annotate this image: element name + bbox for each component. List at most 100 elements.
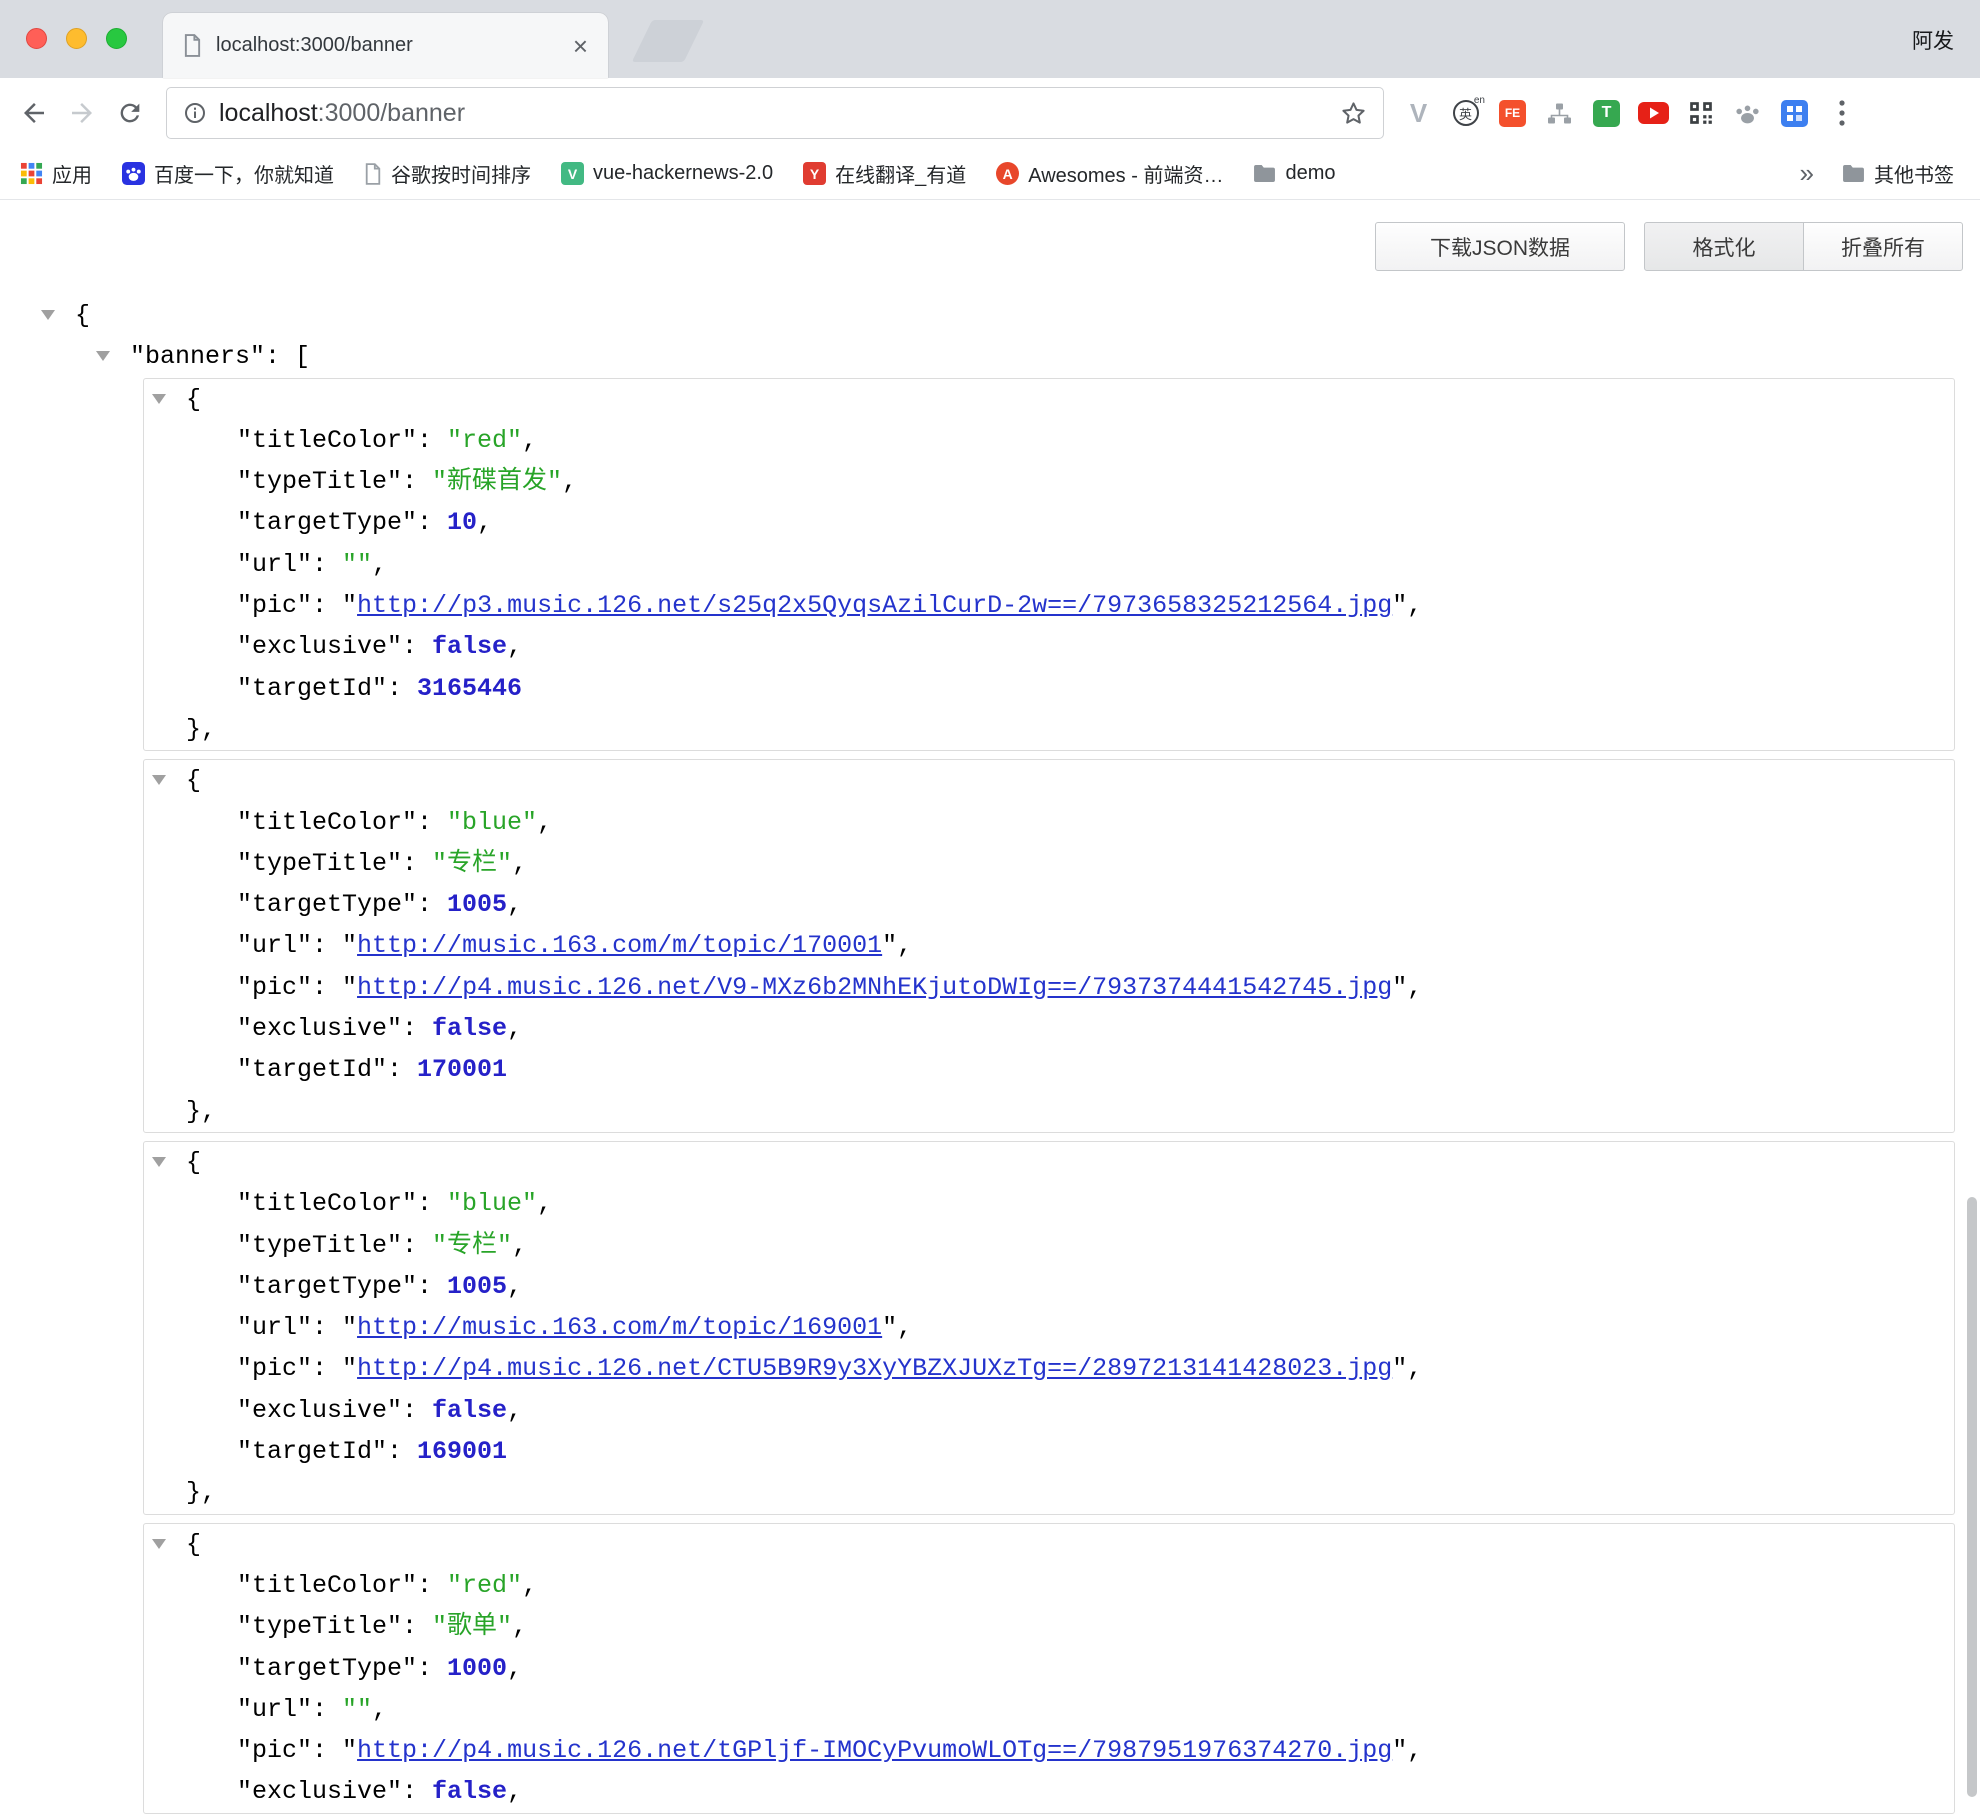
folder-icon — [1842, 164, 1865, 183]
json-line: "targetType": 1000, — [144, 1648, 1954, 1689]
page-info-icon[interactable] — [183, 101, 207, 125]
browser-menu-icon[interactable] — [1825, 97, 1858, 130]
bookmark-item-google-sort[interactable]: 谷歌按时间排序 — [364, 159, 531, 188]
page-content: 下载JSON数据 格式化 折叠所有 {"banners": [{"titleCo… — [0, 200, 1980, 1754]
json-line: "banners": [ — [0, 336, 1980, 377]
download-json-button[interactable]: 下载JSON数据 — [1375, 222, 1625, 271]
back-button[interactable] — [10, 89, 58, 137]
bookmark-item-demo-folder[interactable]: demo — [1253, 162, 1335, 185]
json-line: "typeTitle": "专栏", — [144, 843, 1954, 884]
bookmark-label: 在线翻译_有道 — [835, 159, 966, 188]
json-line: "exclusive": false, — [144, 1771, 1954, 1812]
browser-tab[interactable]: localhost:3000/banner × — [163, 13, 608, 78]
json-link[interactable]: http://p4.music.126.net/CTU5B9R9y3XyYBZX… — [357, 1354, 1392, 1383]
vue-v-icon: V — [561, 162, 584, 185]
json-line: "typeTitle": "歌单", — [144, 1606, 1954, 1647]
bookmark-star-icon[interactable] — [1340, 100, 1367, 127]
json-object-box: {"titleColor": "red","typeTitle": "新碟首发"… — [143, 378, 1955, 752]
bookmarks-overflow-chevron[interactable]: » — [1800, 158, 1814, 189]
org-chart-extension-icon[interactable] — [1543, 97, 1576, 130]
json-object-box: {"titleColor": "red","typeTitle": "歌单","… — [143, 1523, 1955, 1814]
navigation-toolbar: localhost:3000/banner V 英 en FE T — [0, 78, 1980, 148]
tab-title: localhost:3000/banner — [216, 34, 573, 57]
fe-extension-icon[interactable]: FE — [1496, 97, 1529, 130]
vimium-extension-icon[interactable]: V — [1402, 97, 1435, 130]
grid-extension-icon[interactable] — [1778, 97, 1811, 130]
reload-button[interactable] — [106, 89, 154, 137]
json-object-box: {"titleColor": "blue","typeTitle": "专栏",… — [143, 759, 1955, 1133]
json-line: { — [144, 1142, 1954, 1183]
collapse-triangle-icon[interactable] — [152, 1539, 166, 1549]
apps-grid-icon — [20, 162, 43, 185]
bookmark-item-youdao-translate[interactable]: Y 在线翻译_有道 — [803, 159, 966, 188]
json-line: "typeTitle": "专栏", — [144, 1225, 1954, 1266]
json-line: { — [144, 1524, 1954, 1565]
close-window-button[interactable] — [26, 28, 47, 49]
other-bookmarks-label: 其他书签 — [1874, 159, 1954, 188]
maximize-window-button[interactable] — [106, 28, 127, 49]
url-text[interactable]: localhost:3000/banner — [219, 99, 465, 128]
json-line: "url": "http://music.163.com/m/topic/169… — [144, 1307, 1954, 1348]
json-line: "targetId": 3165446 — [144, 668, 1954, 709]
json-line: { — [144, 760, 1954, 801]
json-tree: {"banners": [{"titleColor": "red","typeT… — [0, 200, 1980, 1814]
minimize-window-button[interactable] — [66, 28, 87, 49]
youdao-y-icon: Y — [803, 162, 826, 185]
bookmark-item-awesomes[interactable]: A Awesomes - 前端资… — [996, 159, 1223, 188]
vertical-scrollbar[interactable] — [1967, 1197, 1977, 1797]
json-line: "targetType": 1005, — [144, 884, 1954, 925]
url-path: :3000/banner — [318, 99, 465, 127]
collapse-triangle-icon[interactable] — [152, 394, 166, 404]
json-line: "url": "", — [144, 544, 1954, 585]
bookmark-item-apps[interactable]: 应用 — [20, 159, 92, 188]
collapse-all-button[interactable]: 折叠所有 — [1803, 222, 1963, 271]
json-link[interactable]: http://p4.music.126.net/tGPljf-IMOCyPvum… — [357, 1736, 1392, 1765]
json-line: "pic": "http://p4.music.126.net/V9-MXz6b… — [144, 967, 1954, 1008]
json-line: "typeTitle": "新碟首发", — [144, 461, 1954, 502]
json-line: "url": "", — [144, 1689, 1954, 1730]
page-icon — [364, 163, 382, 185]
other-bookmarks-folder[interactable]: 其他书签 — [1842, 159, 1954, 188]
bookmark-item-baidu[interactable]: 百度一下，你就知道 — [122, 159, 334, 188]
address-bar[interactable]: localhost:3000/banner — [166, 87, 1384, 139]
youtube-extension-icon[interactable] — [1637, 97, 1670, 130]
json-line: }, — [144, 1472, 1954, 1513]
paw-extension-icon[interactable] — [1731, 97, 1764, 130]
json-link[interactable]: http://music.163.com/m/topic/170001 — [357, 931, 882, 960]
bookmark-label: vue-hackernews-2.0 — [593, 162, 773, 185]
json-actions: 下载JSON数据 格式化 折叠所有 — [1375, 222, 1963, 271]
awesomes-a-icon: A — [996, 162, 1019, 185]
collapse-triangle-icon[interactable] — [96, 351, 110, 361]
json-line: "pic": "http://p3.music.126.net/s25q2x5Q… — [144, 585, 1954, 626]
json-line: "targetId": 170001 — [144, 1049, 1954, 1090]
json-link[interactable]: http://music.163.com/m/topic/169001 — [357, 1313, 882, 1342]
window-controls — [26, 28, 127, 49]
folder-icon — [1253, 164, 1276, 183]
profile-name[interactable]: 阿发 — [1912, 25, 1954, 55]
collapse-triangle-icon[interactable] — [152, 1157, 166, 1167]
collapse-triangle-icon[interactable] — [41, 310, 55, 320]
json-line: "exclusive": false, — [144, 1390, 1954, 1431]
forward-button[interactable] — [58, 89, 106, 137]
json-line: "titleColor": "blue", — [144, 802, 1954, 843]
page-favicon — [183, 34, 202, 57]
bookmark-label: 应用 — [52, 159, 92, 188]
json-line: "targetId": 169001 — [144, 1431, 1954, 1472]
collapse-triangle-icon[interactable] — [152, 775, 166, 785]
json-line: { — [0, 295, 1980, 336]
json-link[interactable]: http://p4.music.126.net/V9-MXz6b2MNhEKju… — [357, 973, 1392, 1002]
new-tab-button[interactable] — [632, 20, 704, 62]
url-host: localhost — [219, 99, 318, 127]
json-link[interactable]: http://p3.music.126.net/s25q2x5QyqsAzilC… — [357, 591, 1392, 620]
bookmark-label: 谷歌按时间排序 — [391, 159, 531, 188]
close-tab-icon[interactable]: × — [573, 33, 588, 59]
json-line: "pic": "http://p4.music.126.net/CTU5B9R9… — [144, 1348, 1954, 1389]
format-button[interactable]: 格式化 — [1644, 222, 1804, 271]
qr-code-extension-icon[interactable] — [1684, 97, 1717, 130]
bookmark-item-vue-hackernews[interactable]: V vue-hackernews-2.0 — [561, 162, 773, 185]
tampermonkey-extension-icon[interactable]: T — [1590, 97, 1623, 130]
json-line: "titleColor": "red", — [144, 420, 1954, 461]
dictionary-extension-icon[interactable]: 英 en — [1449, 97, 1482, 130]
tab-strip: localhost:3000/banner × 阿发 — [0, 0, 1980, 78]
bookmarks-bar: 应用 百度一下，你就知道 谷歌按时间排序 V vue-hackernews-2.… — [0, 148, 1980, 200]
